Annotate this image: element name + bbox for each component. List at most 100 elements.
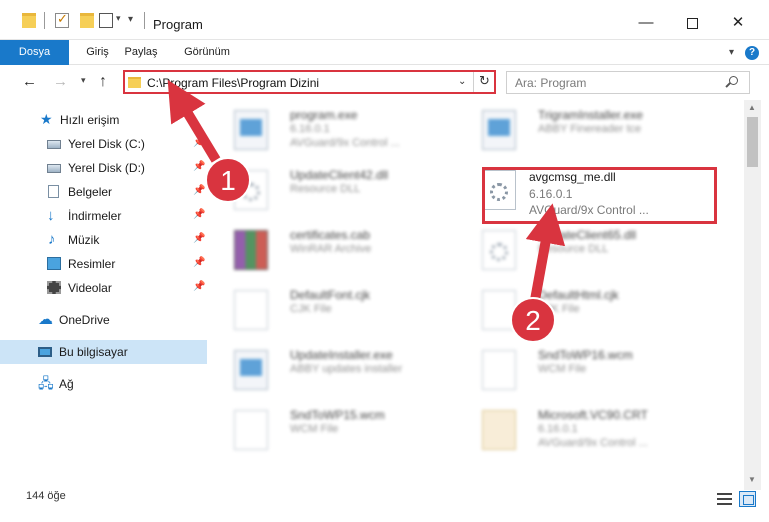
document-icon [48,185,59,198]
chevron-down-icon[interactable]: ▾ [116,13,121,24]
sidebar-item-label: Müzik [68,233,100,247]
star-icon: ★ [40,111,53,127]
file-meta: CJK File [290,303,332,315]
sidebar-item-downloads[interactable]: ↓ İndirmeler 📌 [0,204,207,228]
file-item[interactable]: SndToWP16.wcm WCM File [458,340,698,398]
title-bar: ▾ ▾ Program — ✕ [0,0,769,40]
file-item[interactable]: program.exe 6.16.0.1 AVGuard/9x Control … [210,100,450,158]
file-name: DefaultHtml.cjk [538,288,619,302]
file-icon [234,290,268,330]
sidebar-item-onedrive[interactable]: ☁ OneDrive [0,308,207,332]
address-bar[interactable]: C:\Program Files\Program Dizini ⌄ ↻ [123,70,496,94]
file-item[interactable]: UpdateClient42.dll Resource DLL [210,160,450,218]
title-separator [144,12,145,29]
tab-home[interactable]: Giriş [85,40,110,65]
pin-icon[interactable]: 📌 [193,161,205,172]
sidebar-item-this-pc[interactable]: Bu bilgisayar [0,340,207,364]
quick-access-menu-icon[interactable]: ▾ [128,14,133,25]
help-icon[interactable]: ? [745,46,759,60]
search-input[interactable]: Ara: Program [506,71,750,94]
search-icon[interactable] [729,76,738,85]
file-name: UpdateClient65.dll [538,228,637,242]
exe-icon [482,110,516,150]
dll-icon [234,170,268,210]
up-arrow-icon[interactable]: ↑ [99,73,107,91]
file-meta: WinRAR Archive [290,243,372,255]
pin-icon[interactable]: 📌 [193,185,205,196]
item-count: 144 öğe [26,490,66,502]
scroll-down-icon[interactable]: ▼ [748,475,756,484]
tab-view[interactable]: Görünüm [178,40,236,65]
details-view-icon[interactable] [717,493,732,505]
scroll-thumb[interactable] [747,117,758,167]
cloud-icon: ☁ [38,311,53,328]
file-name: DefaultFont.cjk [290,288,371,302]
file-name: Microsoft.VC90.CRT [538,408,648,422]
sidebar-item-label: Yerel Disk (C:) [68,137,145,151]
pin-icon[interactable]: 📌 [193,233,205,244]
back-arrow-icon[interactable]: ← [22,73,37,90]
new-folder-icon[interactable] [80,13,94,28]
file-meta: WCM File [290,423,339,435]
vertical-scrollbar[interactable]: ▲ ▼ [744,100,761,490]
refresh-icon[interactable]: ↻ [479,73,490,89]
file-item[interactable]: UpdateInstaller.exe ABBY updates install… [210,340,450,398]
sidebar-item-label: İndirmeler [68,209,122,223]
sidebar-item-label: OneDrive [59,313,110,327]
gear-icon [490,243,508,261]
file-name: certificates.cab [290,228,371,242]
file-item[interactable]: SndToWP15.wcm WCM File [210,400,450,458]
sidebar-item-music[interactable]: ♪ Müzik 📌 [0,228,207,252]
address-history-icon[interactable]: ⌄ [458,76,466,87]
hard-drive-icon [47,164,61,173]
ribbon-tabs: Dosya Giriş Paylaş Görünüm ▾ ? [0,40,769,65]
archive-icon [234,230,268,270]
exe-icon [234,110,268,150]
file-item[interactable]: certificates.cab WinRAR Archive [210,220,450,278]
sidebar-item-network[interactable]: 🖧 Ağ [0,372,207,396]
file-meta: ABBY updates installer [290,363,403,375]
maximize-button[interactable] [669,8,715,38]
pin-icon[interactable]: 📌 [193,137,205,148]
navigation-bar: ← → ▾ ↑ C:\Program Files\Program Dizini … [0,66,769,100]
tab-share[interactable]: Paylaş [119,40,163,65]
sidebar-item-local-disk-c[interactable]: Yerel Disk (C:) 📌 [0,132,207,156]
folder-icon [22,13,36,28]
quick-access-separator [44,12,45,29]
minimize-button[interactable]: — [623,8,669,38]
file-item[interactable]: UpdateClient65.dll Resource DLL [458,220,698,278]
sidebar-item-label: Hızlı erişim [60,113,120,127]
tab-file[interactable]: Dosya [0,40,69,65]
search-placeholder: Ara: Program [515,76,587,90]
file-item[interactable]: TrigramInstaller.exe ABBY Finereader tce [458,100,698,158]
forward-arrow-icon[interactable]: → [53,73,68,90]
sidebar-item-quick-access[interactable]: ★ Hızlı erişim [0,108,207,132]
maximize-icon [686,17,698,29]
sidebar-item-documents[interactable]: Belgeler 📌 [0,180,207,204]
pin-icon[interactable]: 📌 [193,281,205,292]
highlight-box [482,167,717,224]
file-item[interactable]: DefaultFont.cjk CJK File [210,280,450,338]
quick-access-customize-icon[interactable] [99,13,113,28]
close-button[interactable]: ✕ [715,8,761,38]
sidebar-item-videos[interactable]: Videolar 📌 [0,276,207,300]
scroll-up-icon[interactable]: ▲ [748,103,756,112]
pin-icon[interactable]: 📌 [193,257,205,268]
pictures-icon [47,257,61,270]
file-name: SndToWP15.wcm [290,408,385,422]
large-icons-view-icon[interactable] [739,491,756,507]
file-item[interactable]: Microsoft.VC90.CRT 6.16.0.1 AVGuard/9x C… [458,400,698,458]
file-meta: AVGuard/9x Control ... [538,437,648,449]
sidebar-item-label: Videolar [68,281,112,295]
pin-icon[interactable]: 📌 [193,209,205,220]
file-item[interactable]: DefaultHtml.cjk CJK File [458,280,698,338]
sidebar-item-pictures[interactable]: Resimler 📌 [0,252,207,276]
sidebar-item-label: Belgeler [68,185,113,199]
recent-locations-icon[interactable]: ▾ [81,75,86,86]
file-name: TrigramInstaller.exe [538,108,643,122]
properties-check-icon[interactable] [55,11,69,28]
sidebar-item-local-disk-d[interactable]: Yerel Disk (D:) 📌 [0,156,207,180]
expand-ribbon-icon[interactable]: ▾ [729,47,734,58]
sidebar-item-label: Ağ [59,377,74,391]
address-path[interactable]: C:\Program Files\Program Dizini [147,76,319,90]
